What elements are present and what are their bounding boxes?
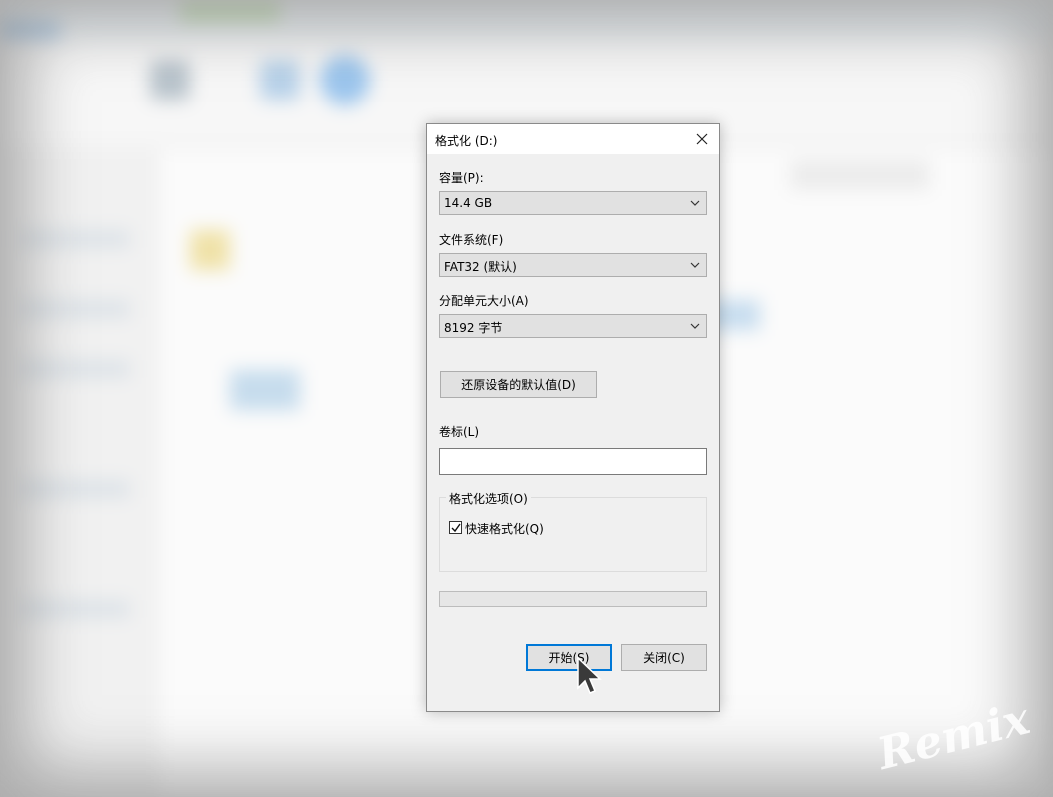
filesystem-label: 文件系统(F) xyxy=(439,233,504,247)
capacity-value: 14.4 GB xyxy=(444,196,493,210)
format-options-label: 格式化选项(O) xyxy=(446,490,531,507)
quick-format-checkbox[interactable] xyxy=(449,521,462,534)
filesystem-value: FAT32 (默认) xyxy=(444,260,517,274)
capacity-label: 容量(P): xyxy=(439,171,484,185)
format-progress-bar xyxy=(439,591,707,607)
volume-label-input[interactable] xyxy=(439,448,707,475)
allocation-select[interactable]: 8192 字节 xyxy=(439,314,707,338)
allocation-value: 8192 字节 xyxy=(444,321,503,335)
dialog-title: 格式化 (D:) xyxy=(435,134,498,148)
dialog-titlebar: 格式化 (D:) xyxy=(427,124,719,154)
close-icon[interactable] xyxy=(685,124,719,154)
volume-label: 卷标(L) xyxy=(439,425,480,439)
filesystem-select[interactable]: FAT32 (默认) xyxy=(439,253,707,277)
checkmark-icon xyxy=(451,523,461,533)
capacity-select[interactable]: 14.4 GB xyxy=(439,191,707,215)
mouse-cursor-icon xyxy=(577,656,602,694)
close-button[interactable]: 关闭(C) xyxy=(621,644,707,671)
chevron-down-icon xyxy=(690,323,700,329)
chevron-down-icon xyxy=(690,262,700,268)
chevron-down-icon xyxy=(690,200,700,206)
quick-format-label[interactable]: 快速格式化(Q) xyxy=(465,520,544,537)
restore-defaults-button[interactable]: 还原设备的默认值(D) xyxy=(440,371,597,398)
format-dialog: 格式化 (D:) 容量(P): 14.4 GB 文件系统(F) FAT32 (默… xyxy=(426,123,720,712)
allocation-label: 分配单元大小(A) xyxy=(439,294,529,308)
format-options-group: 格式化选项(O) 快速格式化(Q) xyxy=(439,490,707,572)
